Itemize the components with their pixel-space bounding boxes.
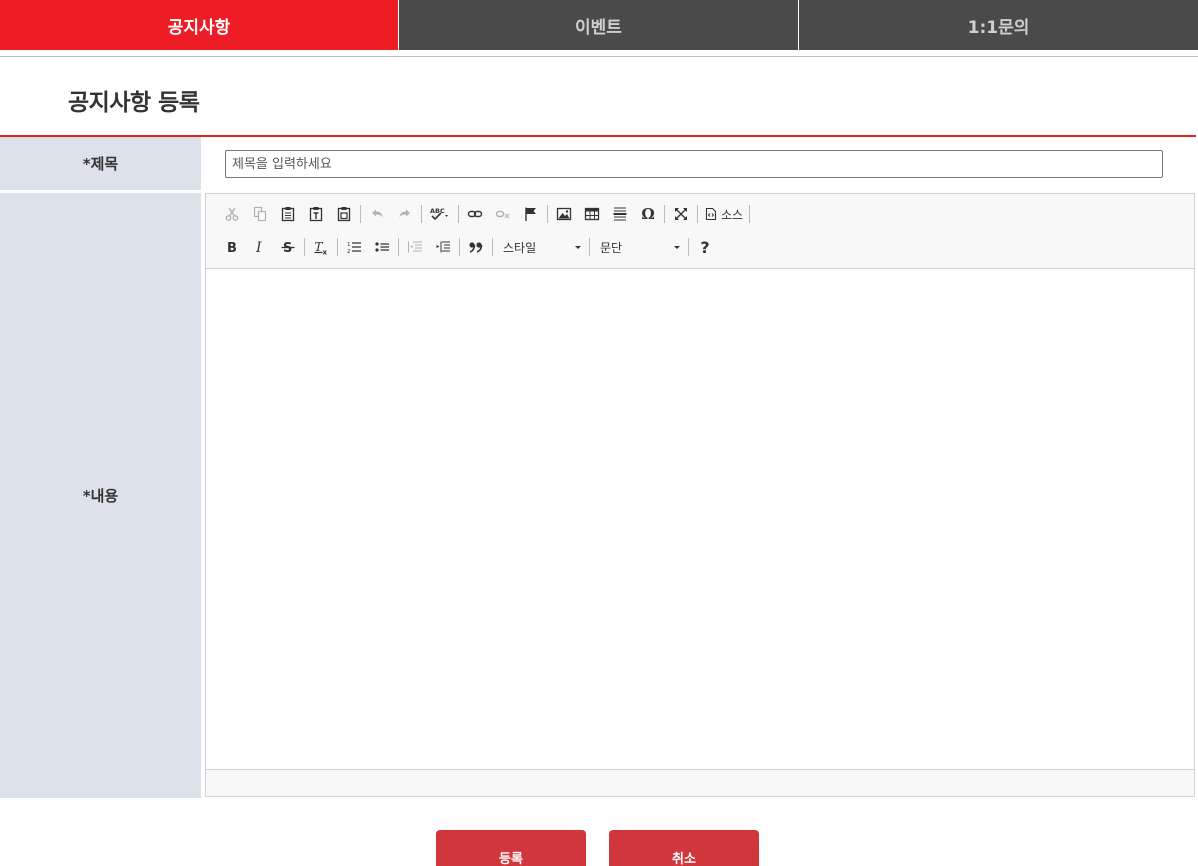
toolbar-separator	[492, 238, 493, 256]
outdent-icon[interactable]	[401, 234, 429, 260]
title-label: *제목	[0, 137, 201, 190]
submit-button-label: 등록	[499, 852, 523, 866]
cancel-button[interactable]: 취소	[609, 830, 759, 866]
strike-icon[interactable]: S	[274, 234, 302, 260]
image-icon[interactable]	[550, 201, 578, 227]
content-label: *내용	[0, 193, 201, 798]
submit-button[interactable]: 등록	[436, 830, 586, 866]
help-icon[interactable]: ?	[691, 234, 719, 260]
chevron-down-icon	[575, 245, 581, 249]
toolbar-separator	[547, 205, 548, 223]
table-icon[interactable]	[578, 201, 606, 227]
numbered-list-icon[interactable]: 12	[340, 234, 368, 260]
toolbar-separator	[664, 205, 665, 223]
tab-inquiry[interactable]: 1:1문의	[799, 0, 1198, 50]
top-tabs: 공지사항 이벤트 1:1문의	[0, 0, 1198, 50]
remove-format-icon[interactable]: Tx	[307, 234, 335, 260]
anchor-icon[interactable]	[517, 201, 545, 227]
toolbar-row: ABC Ω 소스	[218, 201, 752, 227]
editor-statusbar	[206, 769, 1194, 796]
format-dropdown-label: 문단	[600, 240, 623, 255]
tab-notice[interactable]: 공지사항	[0, 0, 398, 50]
source-icon	[705, 207, 717, 221]
link-icon[interactable]	[461, 201, 489, 227]
cut-icon[interactable]	[218, 201, 246, 227]
editor-content-area[interactable]	[206, 269, 1194, 769]
toolbar-separator	[749, 205, 751, 223]
redo-icon[interactable]	[391, 201, 419, 227]
svg-text:1: 1	[347, 242, 351, 248]
toolbar-separator	[688, 238, 689, 256]
unlink-icon[interactable]	[489, 201, 517, 227]
svg-text:2: 2	[347, 249, 351, 255]
svg-text:ABC: ABC	[430, 207, 445, 215]
toolbar-separator	[360, 205, 361, 223]
bulleted-list-icon[interactable]	[368, 234, 396, 260]
title-input[interactable]	[225, 150, 1163, 178]
toolbar-separator	[697, 205, 698, 223]
toolbar-separator	[337, 238, 338, 256]
chevron-down-icon	[674, 245, 680, 249]
toolbar-separator	[589, 238, 590, 256]
rich-text-editor: ABC Ω 소스 B I S T x 1 2 스타일 문단 ?	[205, 193, 1195, 797]
toolbar-separator	[458, 205, 459, 223]
paste-text-icon[interactable]	[302, 201, 330, 227]
format-dropdown[interactable]: 문단	[592, 234, 686, 260]
page-title: 공지사항 등록	[68, 90, 200, 116]
blockquote-icon[interactable]	[462, 234, 490, 260]
paste-icon[interactable]	[274, 201, 302, 227]
bold-icon[interactable]: B	[218, 234, 246, 260]
toolbar-separator	[304, 238, 305, 256]
indent-icon[interactable]	[429, 234, 457, 260]
svg-text:x: x	[323, 249, 328, 256]
copy-icon[interactable]	[246, 201, 274, 227]
style-dropdown[interactable]: 스타일	[495, 234, 587, 260]
source-button[interactable]: 소스	[700, 201, 747, 227]
spellcheck-icon[interactable]: ABC	[424, 201, 456, 227]
undo-icon[interactable]	[363, 201, 391, 227]
tab-event[interactable]: 이벤트	[399, 0, 798, 50]
toolbar-separator	[398, 238, 399, 256]
source-label: 소스	[721, 207, 744, 222]
cancel-button-label: 취소	[672, 852, 696, 866]
horizontal-rule-icon[interactable]	[606, 201, 634, 227]
svg-text:I: I	[255, 240, 262, 255]
style-dropdown-label: 스타일	[503, 240, 537, 255]
svg-text:B: B	[227, 241, 237, 255]
editor-toolbar: ABC Ω 소스 B I S T x 1 2 스타일 문단 ?	[206, 194, 1194, 269]
special-char-icon[interactable]: Ω	[634, 201, 662, 227]
toolbar-separator	[421, 205, 422, 223]
paste-word-icon[interactable]	[330, 201, 358, 227]
toolbar-row: B I S Tx 12 스타일 문단 ?	[218, 234, 719, 260]
divider	[0, 56, 1198, 57]
italic-icon[interactable]: I	[246, 234, 274, 260]
toolbar-separator	[459, 238, 460, 256]
maximize-icon[interactable]	[667, 201, 695, 227]
